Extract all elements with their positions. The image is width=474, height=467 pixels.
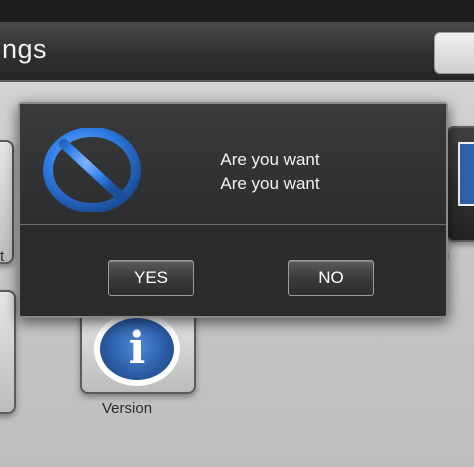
dialog-message-line1: Are you want xyxy=(220,150,320,169)
app-tile-right-icon xyxy=(458,142,474,206)
app-tile-left-bottom[interactable] xyxy=(0,290,16,414)
dialog-message: Are you want Are you want xyxy=(160,148,380,196)
yes-button[interactable]: YES xyxy=(108,260,194,296)
dialog-message-line2: Are you want xyxy=(220,174,320,193)
app-tile-left-top[interactable] xyxy=(0,140,14,264)
app-tile-right[interactable] xyxy=(446,126,474,242)
version-tile[interactable]: i xyxy=(80,310,196,394)
device-screen: ngs t ich i Version xyxy=(0,22,474,467)
titlebar-button[interactable] xyxy=(434,32,474,74)
page-title: ngs xyxy=(2,34,48,64)
prohibited-icon xyxy=(43,128,141,212)
title-bar: ngs xyxy=(0,22,474,82)
version-label: Version xyxy=(102,400,153,417)
dialog-message-area: Are you want Are you want xyxy=(20,104,446,225)
info-icon: i xyxy=(94,312,180,386)
app-tile-left-label: t xyxy=(0,248,5,265)
confirm-dialog: Are you want Are you want YES NO xyxy=(18,102,448,318)
no-button[interactable]: NO xyxy=(288,260,374,296)
